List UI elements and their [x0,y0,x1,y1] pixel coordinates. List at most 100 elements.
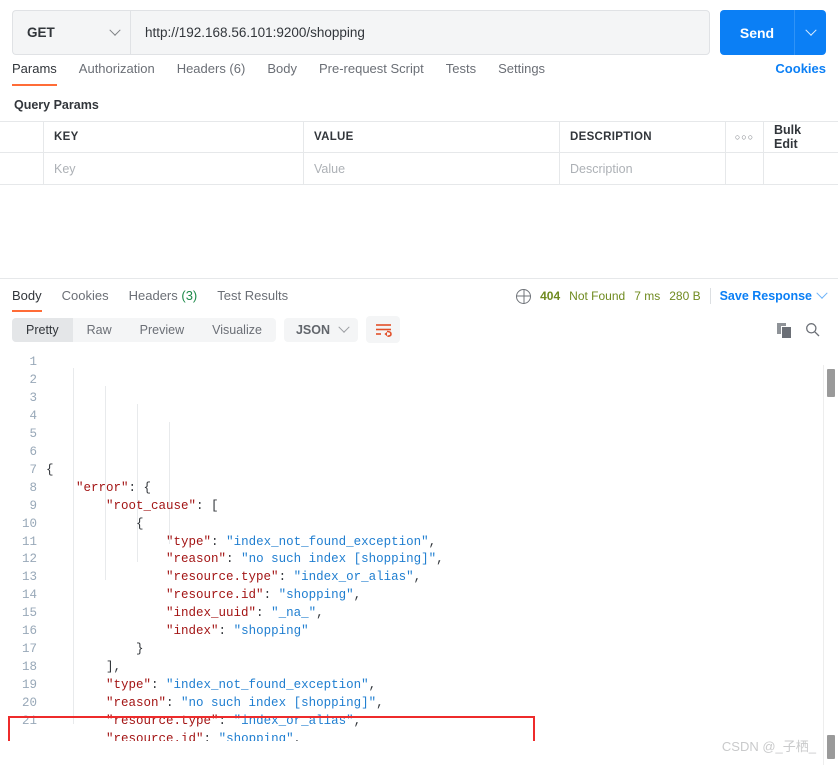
line-number: 16 [21,624,37,639]
code-token: "root_cause" [106,498,197,513]
code-token: "index_not_found_exception" [166,678,369,693]
response-right-tools [777,322,826,339]
url-input[interactable]: http://192.168.56.101:9200/shopping [130,10,710,55]
ellipsis-icon: ○○○ [734,132,755,142]
code-line: ], [46,659,838,677]
code-token: "error" [76,480,129,495]
tab-settings[interactable]: Settings [498,61,545,84]
bulk-edit-button[interactable]: Bulk Edit [764,122,838,152]
line-number: 19 [21,678,37,693]
response-size: 280 B [669,289,701,303]
param-value-placeholder: Value [314,161,346,176]
view-mode-preview[interactable]: Preview [126,318,198,342]
scrollbar-thumb-secondary[interactable] [827,735,835,759]
code-token: : [ [196,498,219,513]
code-line: "index": "shopping" [46,623,838,641]
column-header-value: VALUE [304,122,560,152]
line-number: 10 [21,516,37,531]
code-token: { [136,516,144,531]
response-tab-cookies[interactable]: Cookies [62,288,109,311]
code-line: "reason": "no such index [shopping]", [46,695,838,713]
table-row: Key Value Description [0,153,838,184]
code-token: "resource.type" [106,714,219,729]
send-options-button[interactable] [794,10,826,55]
scrollbar-thumb[interactable] [827,369,835,397]
url-text: http://192.168.56.101:9200/shopping [145,25,365,40]
tab-headers[interactable]: Headers (6) [177,61,246,84]
code-token: "shopping" [233,624,309,639]
param-value-input[interactable]: Value [304,153,560,184]
code-token: : [256,606,272,621]
param-description-input[interactable]: Description [560,153,726,184]
code-token: ], [106,660,122,675]
code-token: "index" [166,624,219,639]
param-key-input[interactable]: Key [44,153,304,184]
code-line: "resource.id": "shopping", [46,731,838,741]
chevron-down-icon [338,321,350,333]
request-url-bar: GET http://192.168.56.101:9200/shopping … [0,0,838,55]
save-response-label: Save Response [719,289,812,303]
response-meta: 404 Not Found 7 ms 280 B Save Response [516,287,828,310]
cookies-link[interactable]: Cookies [775,61,826,84]
param-description-placeholder: Description [570,161,633,176]
code-line: "reason": "no such index [shopping]", [46,551,838,569]
line-number: 9 [29,498,37,513]
code-token: : [263,588,279,603]
line-number: 2 [29,372,37,387]
row-checkbox-cell[interactable] [0,153,44,184]
response-tab-headers[interactable]: Headers (3) [129,288,198,311]
view-mode-pretty[interactable]: Pretty [12,317,73,342]
http-method-select[interactable]: GET [12,10,130,55]
response-tab-test-results[interactable]: Test Results [217,288,288,311]
line-number: 14 [21,588,37,603]
watermark: CSDN @_子栖_ [721,739,816,754]
code-line: { [46,462,838,480]
globe-icon [516,288,532,304]
tab-authorization[interactable]: Authorization [79,61,155,84]
line-number: 8 [29,480,37,495]
row-spacer-cell [764,153,838,184]
code-token: : [211,534,227,549]
code-token: , [353,588,362,603]
code-line: "resource.id": "shopping", [46,587,838,605]
code-line: "root_cause": [ [46,498,838,516]
code-token: : { [128,480,152,495]
code-token: "resource.id" [106,732,204,741]
send-button[interactable]: Send [720,10,794,55]
line-number: 18 [21,660,37,675]
line-number: 5 [29,426,37,441]
code-line: } [46,641,838,659]
code-token: , [368,678,377,693]
line-number: 20 [21,696,37,711]
response-body-toolbar: Pretty Raw Preview Visualize JSON [0,311,838,349]
table-options-button[interactable]: ○○○ [726,122,764,152]
copy-icon[interactable] [777,322,792,339]
code-line: "type": "index_not_found_exception", [46,677,838,695]
column-header-key: KEY [44,122,304,152]
status-code: 404 [540,289,561,303]
tab-params[interactable]: Params [12,61,57,86]
tab-tests[interactable]: Tests [446,61,476,84]
code-token: , [428,534,437,549]
line-number: 13 [21,570,37,585]
view-mode-visualize[interactable]: Visualize [198,318,276,342]
tab-body[interactable]: Body [267,61,297,84]
code-token: "_na_" [271,606,317,621]
response-time: 7 ms [634,289,661,303]
view-mode-raw[interactable]: Raw [73,318,126,342]
response-scrollbar[interactable] [823,365,838,765]
code-token: "index_not_found_exception" [226,534,429,549]
tab-pre-request-script[interactable]: Pre-request Script [319,61,424,84]
code-token: , [316,606,324,621]
response-tab-body[interactable]: Body [12,288,42,312]
response-format-select[interactable]: JSON [283,317,358,342]
line-number: 4 [29,408,37,423]
word-wrap-button[interactable] [366,316,400,343]
line-number: 15 [21,606,37,621]
select-all-cell [0,122,44,152]
search-icon[interactable] [805,322,820,337]
code-line: { [46,516,838,534]
save-response-button[interactable]: Save Response [719,287,828,303]
chevron-down-icon [816,287,828,299]
response-body-viewer[interactable]: 1 2 3 4 5 6 7 8 9 10 11 12 13 14 15 16 17 18 19 20 21 { "err… [0,349,838,741]
